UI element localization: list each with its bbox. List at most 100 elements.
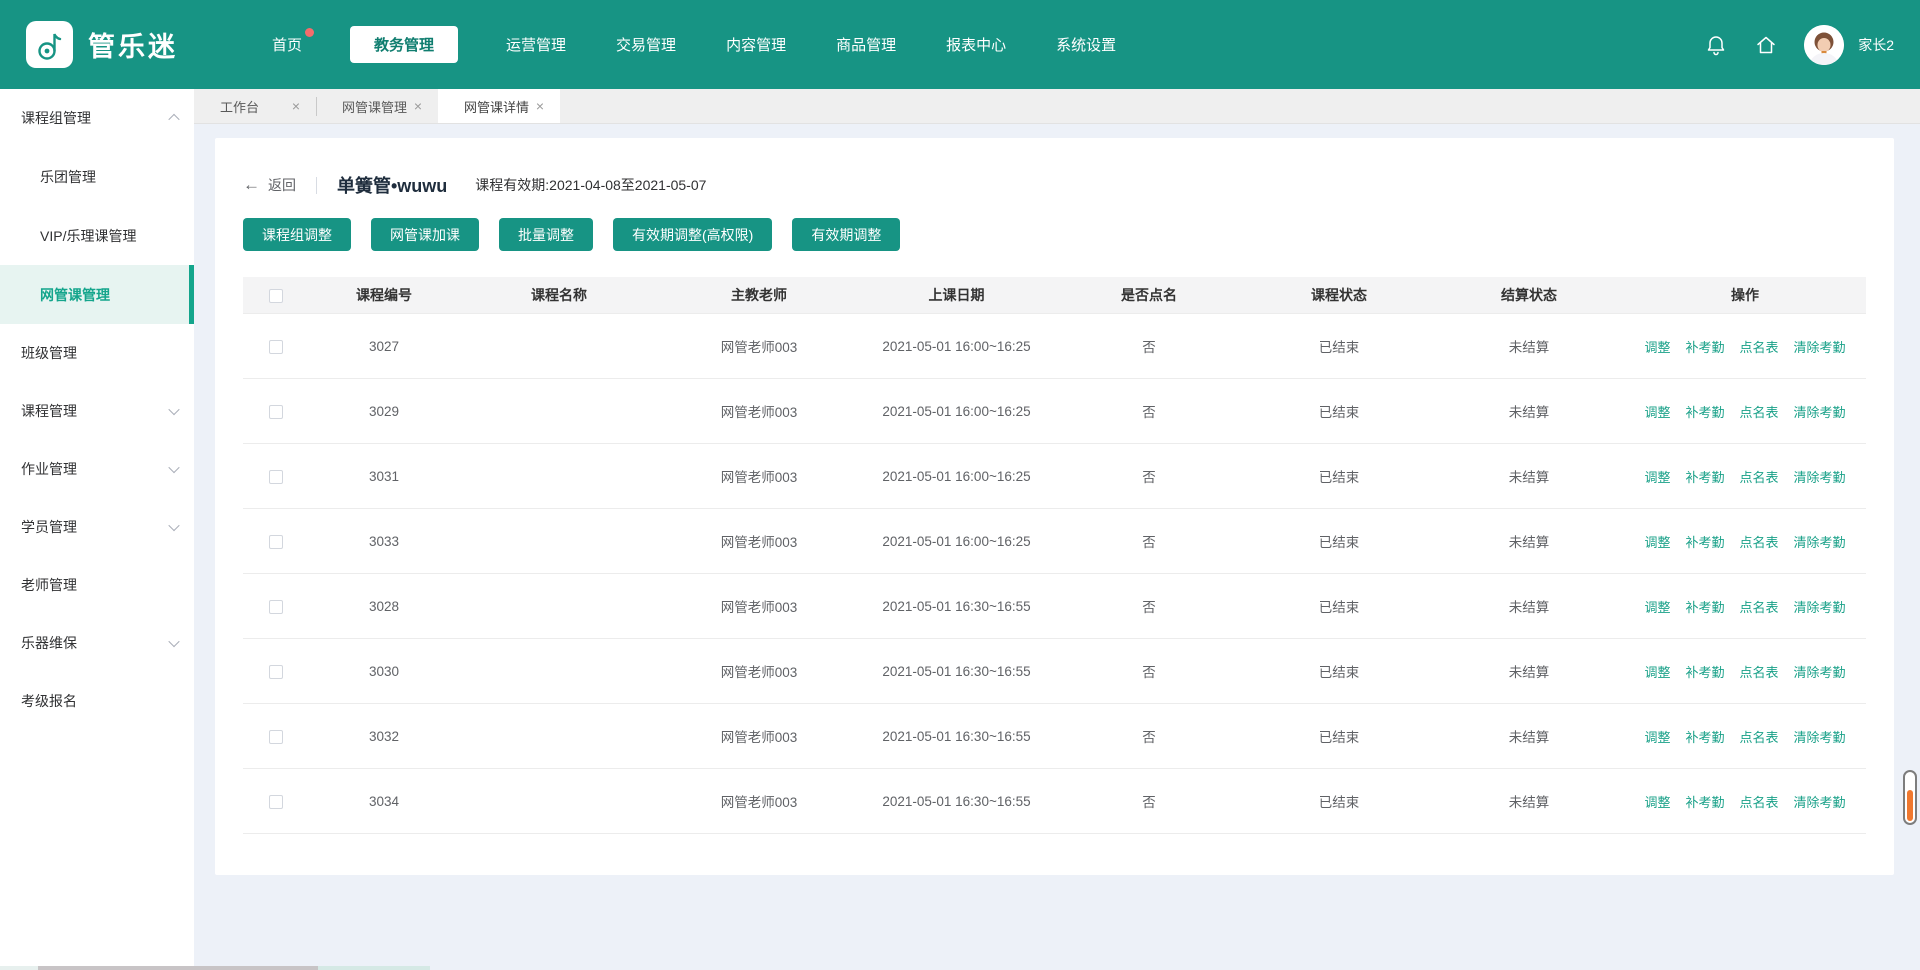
makeup-attendance-link[interactable]: 补考勤 [1685,532,1724,551]
makeup-attendance-link[interactable]: 补考勤 [1685,467,1724,486]
username-label[interactable]: 家长2 [1858,35,1894,55]
detail-card: ← 返回 单簧管•wuwu 课程有效期:2021-04-08至2021-05-0… [215,138,1894,875]
row-checkbox[interactable] [269,405,283,419]
clear-attendance-link[interactable]: 清除考勤 [1794,337,1846,356]
sidebar-item-0[interactable]: 课程组管理 [0,89,194,147]
nav-item-6[interactable]: 报表中心 [944,26,1008,63]
rollcall-sheet-link[interactable]: 点名表 [1740,337,1779,356]
toolbar-button-1[interactable]: 网管课加课 [371,218,479,251]
clear-attendance-link[interactable]: 清除考勤 [1794,597,1846,616]
row-checkbox[interactable] [269,665,283,679]
select-all-checkbox[interactable] [269,289,283,303]
cell-settle-status: 未结算 [1434,401,1624,421]
tab-close-icon[interactable]: × [536,99,544,113]
cell-rollcall: 否 [1054,336,1244,356]
cell-teacher: 网管老师003 [659,596,859,616]
brand-logo[interactable] [26,21,73,68]
horizontal-scrollbar-thumb[interactable] [38,966,318,970]
sidebar-item-3[interactable]: 作业管理 [0,440,194,498]
makeup-attendance-link[interactable]: 补考勤 [1685,727,1724,746]
rollcall-sheet-link[interactable]: 点名表 [1740,662,1779,681]
cell-teacher: 网管老师003 [659,726,859,746]
sidebar-item-6[interactable]: 乐器维保 [0,614,194,672]
toolbar-button-0[interactable]: 课程组调整 [243,218,351,251]
bell-icon[interactable] [1704,33,1728,57]
adjust-link[interactable]: 调整 [1644,727,1670,746]
clear-attendance-link[interactable]: 清除考勤 [1794,662,1846,681]
nav-item-3[interactable]: 交易管理 [614,26,678,63]
adjust-link[interactable]: 调整 [1644,337,1670,356]
back-button[interactable]: ← 返回 [243,175,296,195]
column-header-4: 是否点名 [1054,285,1244,305]
content: ← 返回 单簧管•wuwu 课程有效期:2021-04-08至2021-05-0… [194,124,1920,875]
adjust-link[interactable]: 调整 [1644,467,1670,486]
rollcall-sheet-link[interactable]: 点名表 [1740,792,1779,811]
tab-2[interactable]: 网管课详情× [438,89,560,123]
nav-item-1[interactable]: 教务管理 [350,26,458,63]
cell-teacher: 网管老师003 [659,336,859,356]
table-row: 3034 网管老师003 2021-05-01 16:30~16:55 否 已结… [243,769,1866,834]
makeup-attendance-link[interactable]: 补考勤 [1685,337,1724,356]
sidebar-subitem-0-1[interactable]: VIP/乐理课管理 [0,206,194,265]
main-area: 工作台×网管课管理×网管课详情× ← 返回 单簧管•wuwu 课程有效期:202… [194,89,1920,970]
toolbar-button-2[interactable]: 批量调整 [499,218,593,251]
sidebar-item-4[interactable]: 学员管理 [0,498,194,556]
action-button-row: 课程组调整网管课加课批量调整有效期调整(高权限) 有效期调整 [243,218,1866,251]
clear-attendance-link[interactable]: 清除考勤 [1794,727,1846,746]
nav-item-5[interactable]: 商品管理 [834,26,898,63]
adjust-link[interactable]: 调整 [1644,532,1670,551]
tab-close-icon[interactable]: × [292,99,300,113]
makeup-attendance-link[interactable]: 补考勤 [1685,597,1724,616]
nav-item-0[interactable]: 首页 [270,26,304,63]
sidebar-item-7[interactable]: 考级报名 [0,672,194,730]
user-avatar[interactable] [1804,25,1844,65]
rollcall-sheet-link[interactable]: 点名表 [1740,727,1779,746]
tab-label: 网管课管理 [342,97,407,116]
cell-course-status: 已结束 [1244,661,1434,681]
column-header-2: 主教老师 [659,285,859,305]
rollcall-sheet-link[interactable]: 点名表 [1740,467,1779,486]
nav-item-2[interactable]: 运营管理 [504,26,568,63]
makeup-attendance-link[interactable]: 补考勤 [1685,792,1724,811]
rollcall-sheet-link[interactable]: 点名表 [1740,532,1779,551]
cell-rollcall: 否 [1054,466,1244,486]
table-row: 3031 网管老师003 2021-05-01 16:00~16:25 否 已结… [243,444,1866,509]
adjust-link[interactable]: 调整 [1644,662,1670,681]
adjust-link[interactable]: 调整 [1644,792,1670,811]
row-checkbox[interactable] [269,730,283,744]
makeup-attendance-link[interactable]: 补考勤 [1685,662,1724,681]
rollcall-sheet-link[interactable]: 点名表 [1740,597,1779,616]
tab-close-icon[interactable]: × [414,99,422,113]
clear-attendance-link[interactable]: 清除考勤 [1794,467,1846,486]
sidebar-item-5[interactable]: 老师管理 [0,556,194,614]
music-note-icon [33,28,67,62]
nav-item-7[interactable]: 系统设置 [1054,26,1118,63]
row-checkbox[interactable] [269,535,283,549]
cell-settle-status: 未结算 [1434,661,1624,681]
tab-1[interactable]: 网管课管理 × [316,89,438,123]
sidebar-subitem-0-2[interactable]: 网管课管理 [0,265,194,324]
row-checkbox[interactable] [269,795,283,809]
toolbar-button-4[interactable]: 有效期调整 [792,218,900,251]
tab-0[interactable]: 工作台× [194,89,316,123]
clear-attendance-link[interactable]: 清除考勤 [1794,532,1846,551]
vertical-scroll-indicator[interactable] [1903,770,1917,825]
toolbar-button-3[interactable]: 有效期调整(高权限) [613,218,772,251]
sidebar-item-1[interactable]: 班级管理 [0,324,194,382]
clear-attendance-link[interactable]: 清除考勤 [1794,402,1846,421]
clear-attendance-link[interactable]: 清除考勤 [1794,792,1846,811]
nav-item-4[interactable]: 内容管理 [724,26,788,63]
row-checkbox[interactable] [269,340,283,354]
cell-checkbox [243,468,309,483]
horizontal-scrollbar[interactable] [0,966,1920,970]
sidebar-item-2[interactable]: 课程管理 [0,382,194,440]
rollcall-sheet-link[interactable]: 点名表 [1740,402,1779,421]
adjust-link[interactable]: 调整 [1644,402,1670,421]
row-checkbox[interactable] [269,600,283,614]
notification-dot [305,28,314,37]
adjust-link[interactable]: 调整 [1644,597,1670,616]
row-checkbox[interactable] [269,470,283,484]
home-icon[interactable] [1754,33,1778,57]
sidebar-subitem-0-0[interactable]: 乐团管理 [0,147,194,206]
makeup-attendance-link[interactable]: 补考勤 [1685,402,1724,421]
